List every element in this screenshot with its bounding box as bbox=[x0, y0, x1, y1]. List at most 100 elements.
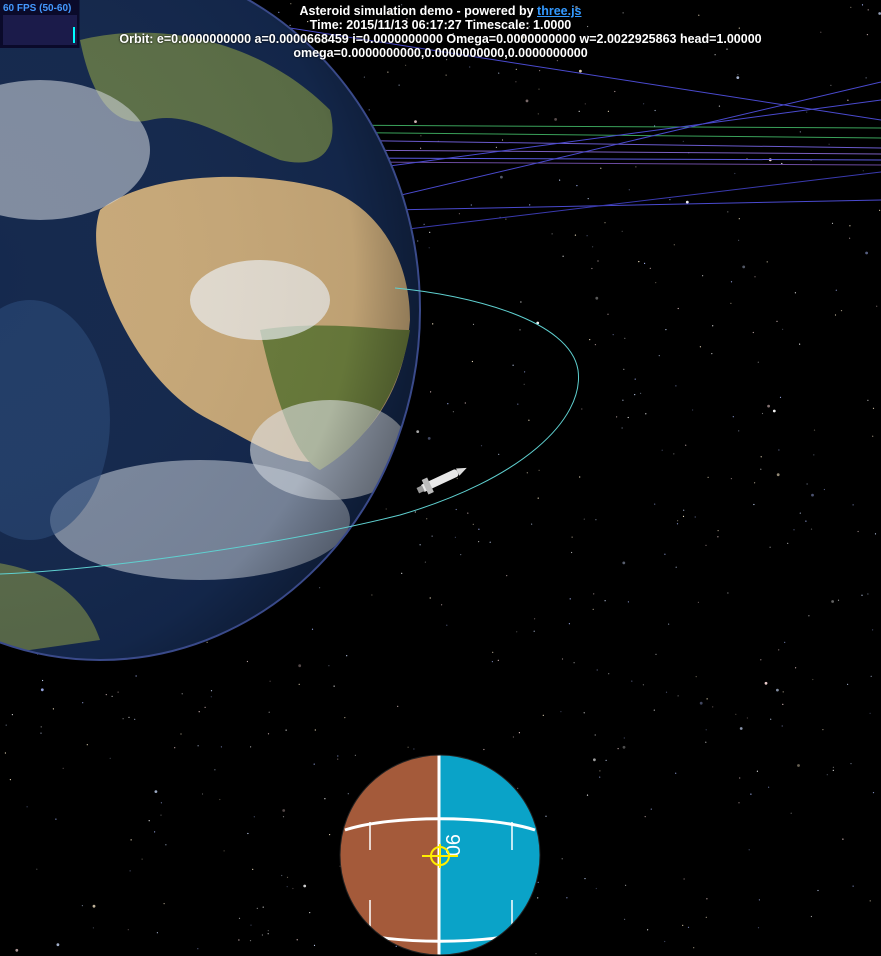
star bbox=[535, 953, 537, 955]
star bbox=[135, 675, 137, 677]
star bbox=[492, 651, 494, 653]
star bbox=[160, 814, 162, 816]
star bbox=[26, 806, 28, 808]
star bbox=[517, 787, 519, 790]
star bbox=[872, 407, 875, 409]
star bbox=[865, 77, 867, 79]
title-line: Asteroid simulation demo - powered by th… bbox=[0, 4, 881, 18]
omega-line: omega=0.0000000000,0.0000000000,0.000000… bbox=[293, 46, 588, 60]
star bbox=[296, 939, 298, 941]
star bbox=[604, 600, 606, 602]
star bbox=[253, 816, 255, 818]
star bbox=[134, 718, 136, 720]
star bbox=[298, 664, 302, 668]
star bbox=[754, 482, 756, 484]
star bbox=[605, 759, 607, 762]
star bbox=[455, 508, 457, 511]
star bbox=[252, 868, 254, 871]
star bbox=[621, 230, 623, 232]
star bbox=[685, 444, 687, 446]
star bbox=[314, 729, 316, 731]
star bbox=[597, 260, 599, 262]
star bbox=[840, 310, 843, 312]
star bbox=[675, 566, 677, 568]
star bbox=[675, 772, 677, 774]
star bbox=[712, 325, 714, 327]
star bbox=[766, 261, 768, 263]
star bbox=[738, 802, 740, 804]
star bbox=[754, 276, 756, 278]
star bbox=[810, 528, 813, 530]
star bbox=[677, 695, 679, 697]
star bbox=[738, 430, 740, 432]
star bbox=[431, 535, 433, 537]
star bbox=[480, 445, 483, 447]
star bbox=[732, 416, 734, 418]
threejs-link[interactable]: three.js bbox=[537, 4, 581, 18]
star bbox=[697, 601, 700, 604]
simulation-viewport[interactable]: 90 bbox=[0, 0, 881, 956]
star bbox=[668, 623, 670, 625]
star bbox=[298, 683, 300, 685]
star bbox=[876, 305, 878, 307]
star bbox=[333, 685, 335, 687]
star bbox=[770, 718, 772, 720]
star bbox=[793, 529, 795, 531]
orbit-line: Orbit: e=0.0000000000 a=0.0000668459 i=0… bbox=[119, 32, 762, 46]
star bbox=[210, 690, 213, 692]
star bbox=[92, 927, 94, 929]
star bbox=[545, 815, 547, 817]
star bbox=[219, 798, 221, 801]
star bbox=[711, 353, 713, 355]
star bbox=[267, 933, 269, 935]
star bbox=[782, 328, 784, 330]
star bbox=[574, 234, 577, 236]
star bbox=[628, 189, 630, 191]
star bbox=[634, 378, 636, 380]
star bbox=[223, 850, 225, 852]
star bbox=[849, 237, 851, 239]
star bbox=[847, 99, 849, 101]
star bbox=[635, 166, 637, 168]
star bbox=[111, 695, 113, 698]
star bbox=[579, 476, 581, 478]
star bbox=[539, 70, 541, 72]
star bbox=[642, 684, 645, 686]
star bbox=[560, 711, 562, 713]
star bbox=[591, 267, 593, 270]
star bbox=[423, 223, 425, 225]
navball[interactable]: 90 bbox=[339, 754, 541, 956]
star bbox=[531, 523, 533, 525]
star bbox=[81, 905, 83, 907]
spacecraft[interactable] bbox=[414, 461, 470, 498]
star bbox=[664, 553, 666, 555]
star bbox=[568, 623, 571, 625]
star bbox=[661, 449, 663, 451]
star bbox=[872, 792, 875, 794]
star bbox=[154, 790, 158, 793]
star bbox=[665, 691, 668, 693]
star bbox=[730, 281, 733, 283]
star bbox=[416, 430, 420, 433]
star bbox=[779, 396, 782, 398]
star bbox=[682, 515, 685, 518]
star bbox=[36, 868, 38, 870]
star bbox=[528, 419, 530, 421]
star bbox=[40, 726, 42, 728]
star bbox=[750, 793, 752, 795]
star bbox=[483, 748, 485, 751]
star bbox=[705, 916, 707, 918]
star bbox=[849, 225, 851, 227]
star bbox=[617, 748, 619, 750]
star bbox=[764, 681, 768, 685]
star bbox=[398, 84, 400, 86]
star bbox=[533, 630, 535, 632]
star bbox=[872, 629, 874, 631]
star bbox=[328, 665, 330, 667]
star bbox=[583, 712, 585, 714]
star bbox=[303, 884, 307, 888]
star bbox=[742, 265, 746, 269]
star bbox=[524, 371, 526, 373]
star bbox=[429, 597, 431, 599]
star bbox=[201, 793, 204, 795]
